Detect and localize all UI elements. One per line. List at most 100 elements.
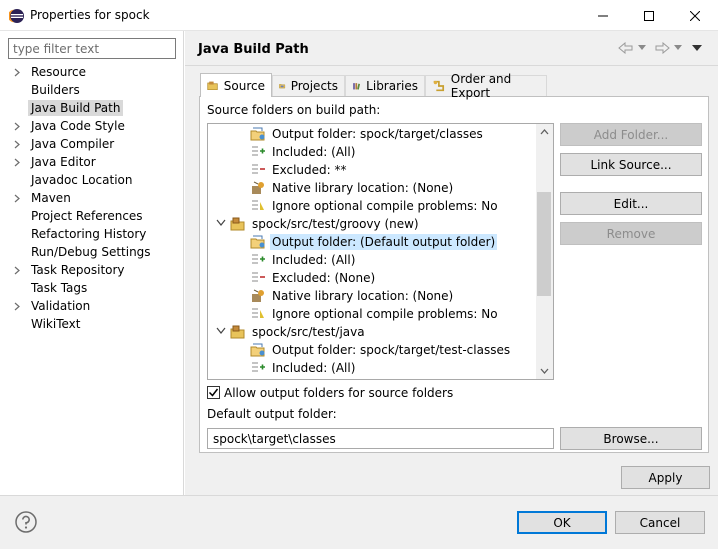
source-tree-label: Ignore optional compile problems: No [272, 199, 498, 213]
back-menu-button[interactable] [638, 40, 646, 56]
chevron-right-icon[interactable] [14, 261, 28, 279]
source-attribute-row[interactable]: Excluded: ** [250, 161, 348, 179]
source-tree-label: Native library location: (None) [272, 289, 454, 303]
source-folder-row[interactable]: spock/src/test/java [230, 323, 367, 341]
tree-item[interactable]: Task Repository [14, 261, 128, 279]
apply-button[interactable]: Apply [621, 466, 710, 489]
tree-item[interactable]: Project References [14, 207, 146, 225]
back-button[interactable] [618, 40, 634, 56]
remove-button[interactable]: Remove [560, 222, 702, 245]
allow-output-folders-label[interactable]: Allow output folders for source folders [224, 386, 453, 400]
chevron-right-icon[interactable] [14, 189, 28, 207]
source-attribute-row[interactable]: Output folder: (Default output folder) [250, 233, 498, 251]
browse-button[interactable]: Browse... [560, 427, 702, 450]
tree-item[interactable]: Builders [14, 81, 83, 99]
native-library-icon [252, 181, 264, 194]
scroll-down-icon[interactable] [536, 362, 553, 379]
source-attribute-row[interactable]: Excluded: (None) [250, 269, 377, 287]
tree-item[interactable]: Run/Debug Settings [14, 243, 154, 261]
default-output-folder-label: Default output folder: [207, 407, 337, 421]
source-attribute-row[interactable]: Native library location: (None) [250, 287, 455, 305]
source-tree-label: Output folder: spock/target/classes [272, 127, 483, 141]
tree-item[interactable]: Resource [14, 63, 89, 81]
tree-item[interactable]: Java Editor [14, 153, 99, 171]
tree-item[interactable]: Java Compiler [14, 135, 117, 153]
tree-item-label: Java Compiler [31, 137, 115, 151]
chevron-right-icon[interactable] [14, 63, 28, 81]
tab-source[interactable]: Source [200, 73, 272, 97]
source-tree-label: Output folder: spock/target/test-classes [272, 343, 511, 357]
edit-button[interactable]: Edit... [560, 192, 702, 215]
help-button[interactable] [15, 511, 37, 533]
source-tree-label: Ignore optional compile problems: No [272, 307, 498, 321]
source-attribute-row[interactable]: Included: (All) [250, 251, 357, 269]
chevron-down-icon[interactable] [216, 219, 226, 229]
tree-item-label: Refactoring History [31, 227, 147, 241]
tree-item[interactable]: Java Build Path [14, 99, 124, 117]
chevron-right-icon[interactable] [14, 135, 28, 153]
minimize-button[interactable] [580, 0, 626, 31]
forward-menu-button[interactable] [674, 40, 682, 56]
default-output-folder-input[interactable] [207, 428, 554, 449]
tree-item-label: Java Editor [31, 155, 96, 169]
tree-item[interactable]: Java Code Style [14, 117, 128, 135]
tree-item[interactable]: Javadoc Location [14, 171, 135, 189]
tab-order-export[interactable]: Order and Export [425, 72, 547, 100]
tree-item[interactable]: Task Tags [14, 279, 90, 297]
ok-button[interactable]: OK [517, 511, 607, 534]
chevron-right-icon[interactable] [14, 153, 28, 171]
chevron-right-icon[interactable] [14, 117, 28, 135]
tab-libraries[interactable]: Libraries [345, 75, 425, 96]
tree-item[interactable]: Maven [14, 189, 74, 207]
included-icon [252, 254, 265, 264]
view-menu-button[interactable] [692, 40, 702, 56]
tree-item-label: Run/Debug Settings [31, 245, 151, 259]
tree-item[interactable]: WikiText [14, 315, 84, 333]
source-tree-label: Excluded: (None) [272, 271, 376, 285]
source-folder-row[interactable]: spock/src/test/groovy (new) [230, 215, 421, 233]
tree-item-label: Task Tags [31, 281, 88, 295]
chevron-right-icon[interactable] [14, 297, 28, 315]
output-folder-icon [250, 343, 265, 357]
output-folder-icon [250, 127, 265, 141]
source-attribute-row[interactable]: Ignore optional compile problems: No [250, 197, 500, 215]
link-source-button[interactable]: Link Source... [560, 153, 702, 176]
add-folder-button[interactable]: Add Folder... [560, 123, 702, 146]
tree-item-label: Project References [31, 209, 143, 223]
tree-item-label: Java Build Path [28, 100, 124, 116]
tab-projects[interactable]: Projects [272, 75, 345, 96]
source-folders-tree[interactable]: Output folder: spock/target/classes Inclu… [207, 123, 554, 380]
source-attribute-row[interactable]: Included: (All) [250, 143, 357, 161]
back-arrow-icon [618, 42, 633, 54]
tree-item[interactable]: Refactoring History [14, 225, 149, 243]
source-attribute-row[interactable]: Native library location: (None) [250, 179, 455, 197]
scrollbar-thumb[interactable] [537, 192, 551, 296]
tree-item-label: Resource [31, 65, 87, 79]
source-attribute-row[interactable]: Included: (All) [250, 359, 357, 377]
window-title: Properties for spock [30, 8, 150, 22]
package-folder-icon [230, 325, 245, 339]
source-attribute-row[interactable]: Output folder: spock/target/classes [250, 125, 485, 143]
cancel-button[interactable]: Cancel [615, 511, 705, 534]
ignore-problems-icon [252, 308, 264, 318]
tree-item[interactable]: Validation [14, 297, 93, 315]
tree-item-label: Java Code Style [31, 119, 125, 133]
forward-arrow-icon [655, 42, 670, 54]
scroll-up-icon[interactable] [536, 124, 553, 141]
source-attribute-row[interactable]: Output folder: spock/target/test-classes [250, 341, 512, 359]
close-window-button[interactable] [672, 0, 718, 31]
forward-button[interactable] [654, 40, 670, 56]
source-attribute-row[interactable]: Ignore optional compile problems: No [250, 305, 500, 323]
minimize-icon [598, 15, 608, 16]
tree-item-label: Validation [31, 299, 91, 313]
tree-item-label: Javadoc Location [31, 173, 133, 187]
tree-item-label: Builders [31, 83, 80, 97]
excluded-icon [252, 164, 265, 174]
allow-output-folders-checkbox[interactable] [207, 386, 220, 399]
tab-libraries-label: Libraries [366, 79, 418, 93]
chevron-down-icon[interactable] [216, 327, 226, 337]
maximize-button[interactable] [626, 0, 672, 31]
filter-input[interactable] [8, 38, 176, 59]
source-tree-label: Included: (All) [272, 253, 356, 267]
